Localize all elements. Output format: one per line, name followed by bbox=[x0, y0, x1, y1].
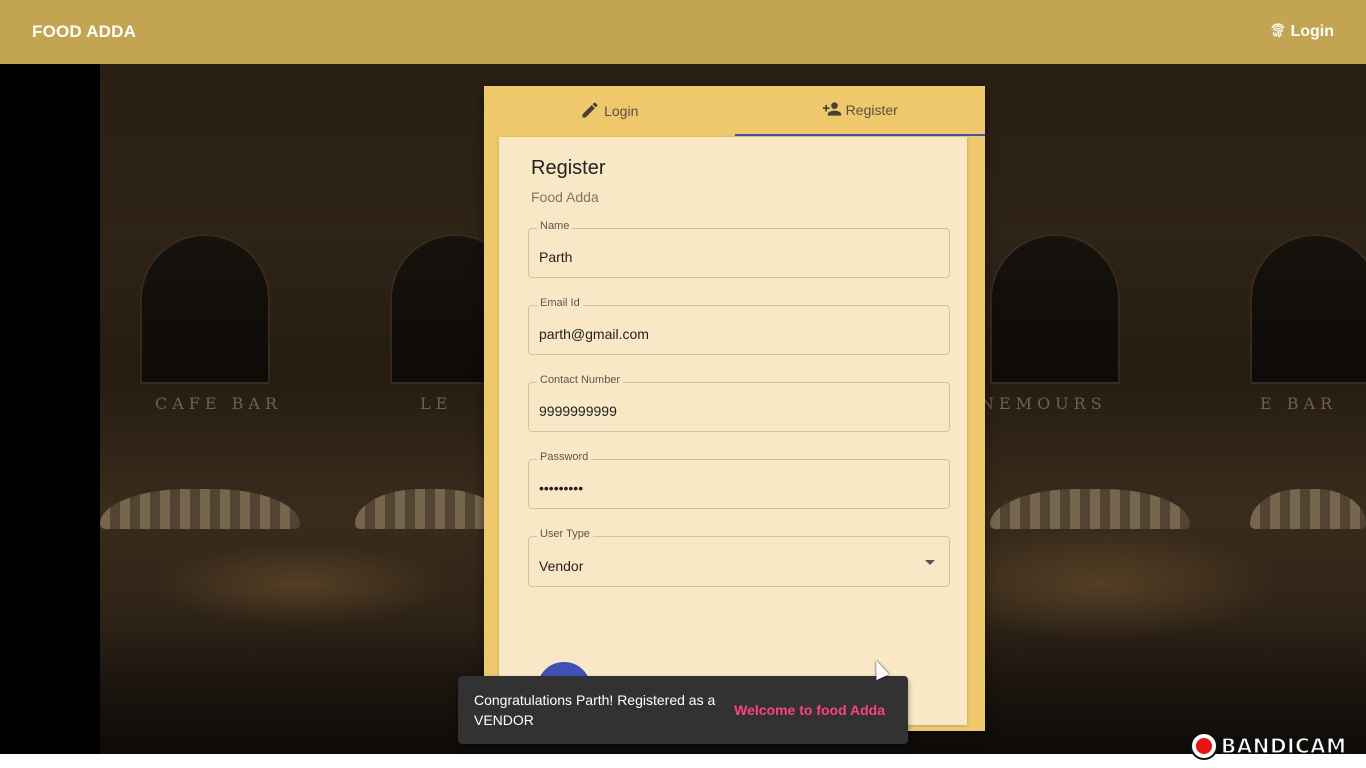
user-type-select-value: Vendor bbox=[539, 558, 584, 574]
bandicam-watermark: BANDICAM bbox=[1190, 731, 1347, 761]
tab-register[interactable]: Register bbox=[734, 86, 985, 136]
tab-login-label: Login bbox=[604, 103, 639, 119]
tab-register-label: Register bbox=[845, 102, 898, 118]
user-type-select-label: User Type bbox=[537, 528, 593, 540]
name-field-value: Parth bbox=[539, 249, 573, 265]
user-type-select[interactable]: User Type Vendor bbox=[528, 528, 950, 587]
snackbar-message: Congratulations Parth! Registered as a V… bbox=[474, 692, 716, 728]
contact-number-field[interactable]: Contact Number 9999999999 bbox=[528, 374, 950, 432]
name-field-label: Name bbox=[537, 220, 573, 232]
auth-tabs: Login Register bbox=[484, 86, 985, 136]
brand-title[interactable]: FOOD ADDA bbox=[32, 22, 136, 42]
watermark-text: BANDICAM bbox=[1220, 733, 1347, 758]
register-subtitle: Food Adda bbox=[531, 189, 599, 205]
person-add-icon bbox=[822, 99, 842, 122]
snackbar: Congratulations Parth! Registered as a V… bbox=[458, 676, 908, 744]
tab-login[interactable]: Login bbox=[484, 86, 735, 136]
snackbar-action-button[interactable]: Welcome to food Adda bbox=[734, 702, 885, 718]
appbar-login-button[interactable]: Login bbox=[1268, 20, 1334, 45]
email-field[interactable]: Email Id parth@gmail.com bbox=[528, 297, 950, 355]
dropdown-arrow-icon bbox=[925, 560, 935, 565]
edit-icon bbox=[580, 100, 600, 123]
email-field-label: Email Id bbox=[537, 297, 583, 309]
record-icon bbox=[1190, 732, 1218, 760]
name-field[interactable]: Name Parth bbox=[528, 220, 950, 278]
email-field-value: parth@gmail.com bbox=[539, 326, 649, 342]
password-field[interactable]: Password ••••••••• bbox=[528, 451, 950, 509]
appbar-login-label: Login bbox=[1290, 23, 1334, 40]
contact-number-field-label: Contact Number bbox=[537, 374, 624, 386]
register-title: Register bbox=[531, 157, 606, 179]
register-panel: Register Food Adda Name Parth Email Id p… bbox=[499, 137, 967, 725]
password-field-label: Password bbox=[537, 451, 592, 463]
app-bar: FOOD ADDA Login bbox=[0, 0, 1366, 64]
fingerprint-icon bbox=[1268, 20, 1288, 45]
auth-card: Login Register Register Food Adda Name P… bbox=[484, 86, 985, 731]
password-field-value: ••••••••• bbox=[539, 480, 584, 496]
contact-number-field-value: 9999999999 bbox=[539, 403, 617, 419]
